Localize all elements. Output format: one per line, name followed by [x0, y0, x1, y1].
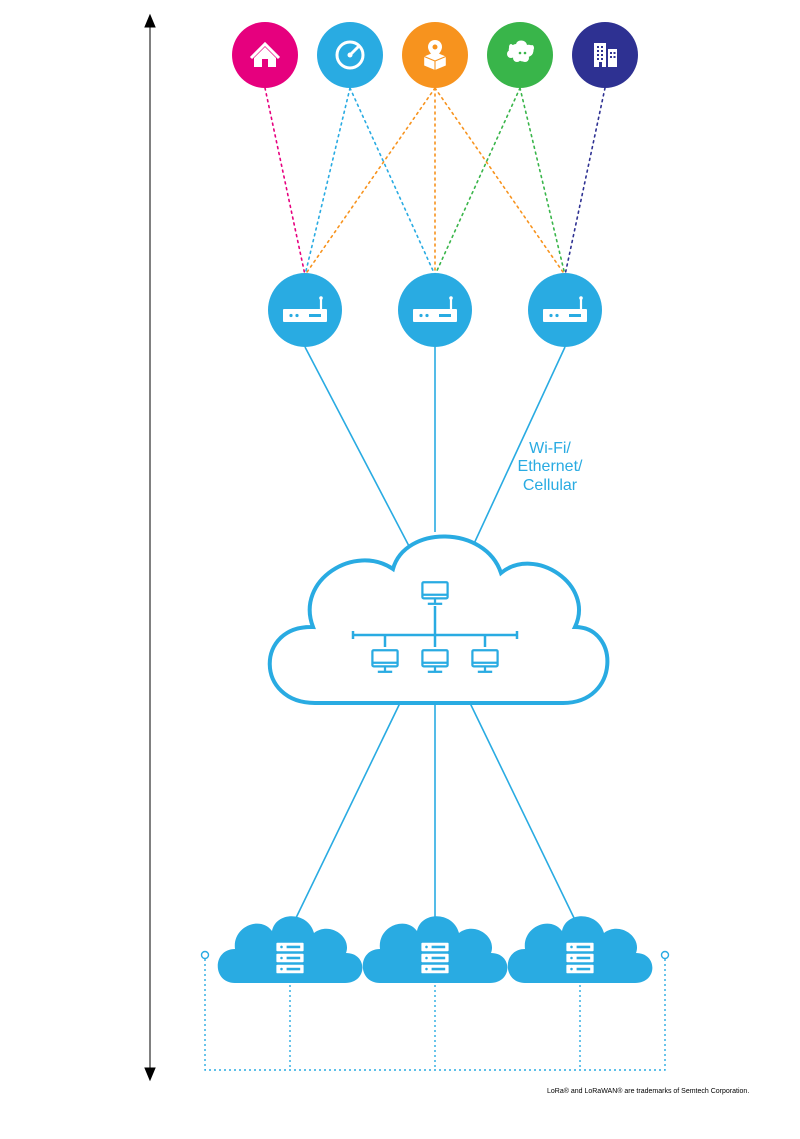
app-server-1	[218, 916, 363, 983]
server-icon	[276, 943, 303, 974]
app-speed	[317, 22, 383, 88]
app-building	[572, 22, 638, 88]
app-home	[232, 22, 298, 88]
gateway-1	[268, 273, 342, 347]
cloud-server-links	[295, 703, 575, 920]
server-icon	[421, 943, 448, 974]
app-server-2	[363, 916, 508, 983]
app-gateway-links	[265, 88, 605, 275]
app-package	[402, 22, 468, 88]
connection-label: Wi-Fi/Ethernet/Cellular	[495, 440, 605, 495]
gateway-2	[398, 273, 472, 347]
server-icon	[566, 943, 593, 974]
app-sheep	[487, 22, 553, 88]
gateway-3	[528, 273, 602, 347]
diagram-canvas	[0, 0, 800, 1139]
connection-label-text: Wi-Fi/Ethernet/Cellular	[518, 440, 583, 494]
footnote-text: LoRa® and LoRaWAN® are trademarks of Sem…	[547, 1088, 749, 1095]
vertical-span-arrow	[145, 15, 155, 1080]
app-server-3	[508, 916, 653, 983]
trademark-footnote: LoRa® and LoRaWAN® are trademarks of Sem…	[547, 1088, 749, 1095]
network-cloud	[270, 536, 608, 703]
